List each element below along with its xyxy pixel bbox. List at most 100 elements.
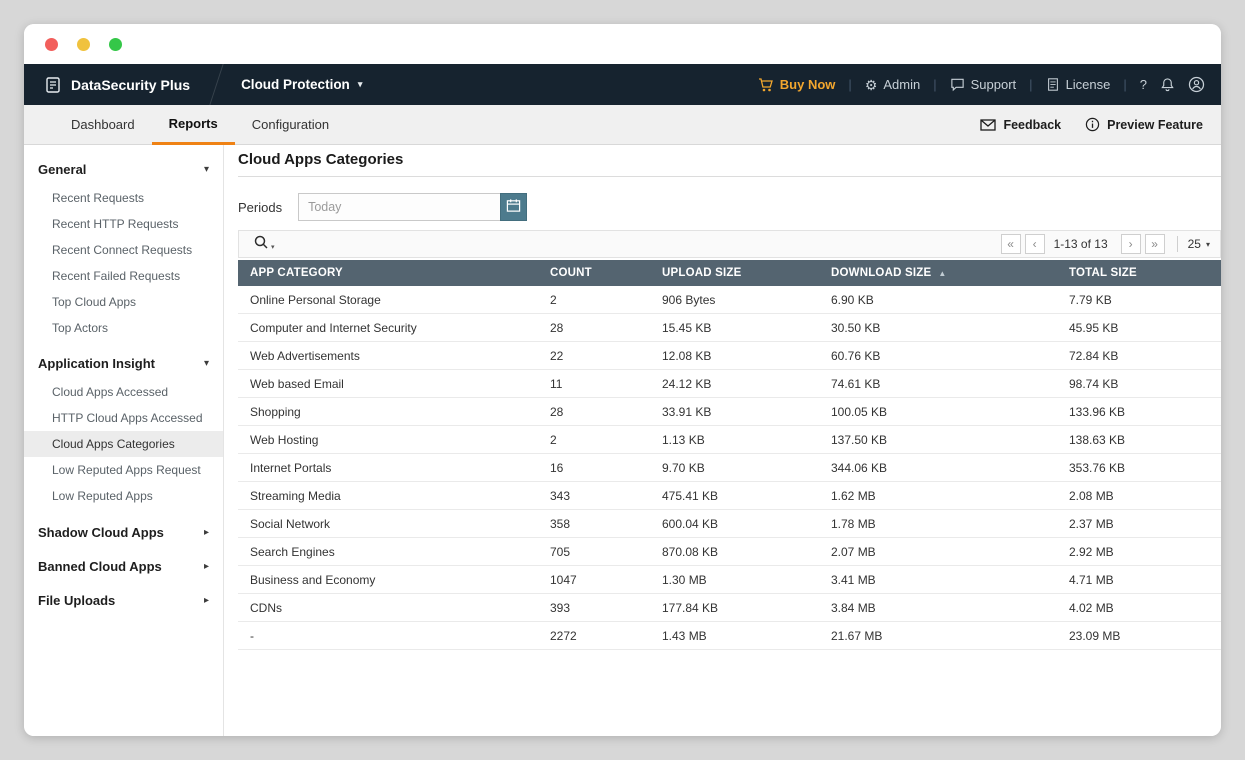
cart-icon <box>758 77 774 93</box>
table-row[interactable]: Web Advertisements 22 12.08 KB 60.76 KB … <box>238 342 1221 370</box>
cell-download-size: 344.06 KB <box>831 461 1069 475</box>
cell-total-size: 133.96 KB <box>1069 405 1221 419</box>
brand-logo-icon <box>44 76 62 94</box>
cell-download-size: 100.05 KB <box>831 405 1069 419</box>
column-search-button[interactable]: ▾ <box>253 234 275 255</box>
table-row[interactable]: Shopping 28 33.91 KB 100.05 KB 133.96 KB <box>238 398 1221 426</box>
account-button[interactable] <box>1188 76 1205 93</box>
window-close-button[interactable] <box>45 38 58 51</box>
table-toolbar: ▾ « ‹ 1-13 of 13 › » 25 ▾ <box>238 230 1221 258</box>
table-row[interactable]: Web Hosting 2 1.13 KB 137.50 KB 138.63 K… <box>238 426 1221 454</box>
tab-reports[interactable]: Reports <box>152 105 235 145</box>
cell-app-category: Search Engines <box>238 545 550 559</box>
table-row[interactable]: Computer and Internet Security 28 15.45 … <box>238 314 1221 342</box>
sidebar-item-low-reputed-apps-request[interactable]: Low Reputed Apps Request <box>24 457 223 483</box>
column-header-download-size[interactable]: DOWNLOAD SIZE ▲ <box>831 267 1069 279</box>
chat-icon <box>950 77 965 92</box>
separator <box>1177 236 1178 252</box>
help-button[interactable]: ? <box>1140 77 1147 92</box>
previous-page-button[interactable]: ‹ <box>1025 234 1045 254</box>
chevron-right-icon: ▸ <box>204 595 209 606</box>
cell-count: 393 <box>550 601 662 615</box>
sidebar-item-recent-requests[interactable]: Recent Requests <box>24 185 223 211</box>
chevron-down-icon: ▾ <box>1206 240 1210 249</box>
cell-upload-size: 1.43 MB <box>662 629 831 643</box>
module-selector[interactable]: Cloud Protection ▾ <box>241 77 362 92</box>
sidebar-item-recent-failed-requests[interactable]: Recent Failed Requests <box>24 263 223 289</box>
table-row[interactable]: Business and Economy 1047 1.30 MB 3.41 M… <box>238 566 1221 594</box>
table-body: Online Personal Storage 2 906 Bytes 6.90… <box>238 286 1221 650</box>
sidebar-group-file-uploads[interactable]: File Uploads ▸ <box>24 583 223 617</box>
support-menu[interactable]: Support <box>950 77 1017 92</box>
cell-app-category: Business and Economy <box>238 573 550 587</box>
preview-feature-button[interactable]: Preview Feature <box>1085 117 1203 132</box>
column-header-total-size[interactable]: TOTAL SIZE <box>1069 267 1221 279</box>
last-page-button[interactable]: » <box>1145 234 1165 254</box>
cell-count: 705 <box>550 545 662 559</box>
cell-app-category: - <box>238 629 550 643</box>
column-header-app-category[interactable]: APP CATEGORY <box>238 267 550 279</box>
calendar-button[interactable] <box>500 193 527 221</box>
sidebar-group-shadow-cloud-apps[interactable]: Shadow Cloud Apps ▸ <box>24 515 223 549</box>
separator: | <box>848 77 851 92</box>
sidebar-item-cloud-apps-categories[interactable]: Cloud Apps Categories <box>24 431 223 457</box>
next-page-button[interactable]: › <box>1121 234 1141 254</box>
sidebar-group-application-insight[interactable]: Application Insight ▾ <box>24 347 223 379</box>
search-icon <box>253 234 269 255</box>
cell-upload-size: 15.45 KB <box>662 321 831 335</box>
separator: | <box>1123 77 1126 92</box>
cell-count: 2272 <box>550 629 662 643</box>
table-row[interactable]: Internet Portals 16 9.70 KB 344.06 KB 35… <box>238 454 1221 482</box>
table-row[interactable]: Online Personal Storage 2 906 Bytes 6.90… <box>238 286 1221 314</box>
column-header-count[interactable]: COUNT <box>550 267 662 279</box>
cell-upload-size: 475.41 KB <box>662 489 831 503</box>
sidebar-item-http-cloud-apps-accessed[interactable]: HTTP Cloud Apps Accessed <box>24 405 223 431</box>
table-row[interactable]: Search Engines 705 870.08 KB 2.07 MB 2.9… <box>238 538 1221 566</box>
feedback-button[interactable]: Feedback <box>980 118 1061 132</box>
license-document-icon <box>1046 77 1060 92</box>
brand-logo[interactable]: DataSecurity Plus <box>44 76 190 94</box>
tab-configuration[interactable]: Configuration <box>235 105 346 145</box>
chevron-down-icon: ▾ <box>358 79 363 90</box>
page-size-dropdown[interactable]: 25 ▾ <box>1188 237 1210 251</box>
period-input[interactable] <box>298 193 501 221</box>
cell-app-category: Computer and Internet Security <box>238 321 550 335</box>
window-minimize-button[interactable] <box>77 38 90 51</box>
cell-app-category: Shopping <box>238 405 550 419</box>
cell-total-size: 2.08 MB <box>1069 489 1221 503</box>
admin-menu[interactable]: ⚙ Admin <box>865 77 920 92</box>
first-page-button[interactable]: « <box>1001 234 1021 254</box>
table-row[interactable]: Streaming Media 343 475.41 KB 1.62 MB 2.… <box>238 482 1221 510</box>
cell-upload-size: 1.13 KB <box>662 433 831 447</box>
sidebar-item-low-reputed-apps[interactable]: Low Reputed Apps <box>24 483 223 509</box>
table-row[interactable]: Social Network 358 600.04 KB 1.78 MB 2.3… <box>238 510 1221 538</box>
cell-total-size: 2.37 MB <box>1069 517 1221 531</box>
sidebar-item-recent-connect-requests[interactable]: Recent Connect Requests <box>24 237 223 263</box>
sidebar-item-cloud-apps-accessed[interactable]: Cloud Apps Accessed <box>24 379 223 405</box>
period-picker <box>298 193 527 221</box>
sidebar-item-top-cloud-apps[interactable]: Top Cloud Apps <box>24 289 223 315</box>
sidebar-item-top-actors[interactable]: Top Actors <box>24 315 223 341</box>
sidebar-item-recent-http-requests[interactable]: Recent HTTP Requests <box>24 211 223 237</box>
window-zoom-button[interactable] <box>109 38 122 51</box>
sidebar-application-insight-items: Cloud Apps Accessed HTTP Cloud Apps Acce… <box>24 379 223 509</box>
column-header-upload-size[interactable]: UPLOAD SIZE <box>662 267 831 279</box>
notifications-button[interactable] <box>1160 77 1175 92</box>
tab-dashboard[interactable]: Dashboard <box>54 105 152 145</box>
cell-download-size: 74.61 KB <box>831 377 1069 391</box>
cell-download-size: 137.50 KB <box>831 433 1069 447</box>
cell-count: 22 <box>550 349 662 363</box>
license-menu[interactable]: License <box>1046 77 1111 92</box>
cell-download-size: 1.78 MB <box>831 517 1069 531</box>
cell-total-size: 45.95 KB <box>1069 321 1221 335</box>
table-row[interactable]: CDNs 393 177.84 KB 3.84 MB 4.02 MB <box>238 594 1221 622</box>
sidebar-group-banned-cloud-apps[interactable]: Banned Cloud Apps ▸ <box>24 549 223 583</box>
cell-download-size: 1.62 MB <box>831 489 1069 503</box>
buy-now-button[interactable]: Buy Now <box>758 77 836 93</box>
sidebar-group-general[interactable]: General ▾ <box>24 153 223 185</box>
cell-total-size: 23.09 MB <box>1069 629 1221 643</box>
table-row[interactable]: Web based Email 11 24.12 KB 74.61 KB 98.… <box>238 370 1221 398</box>
cell-app-category: CDNs <box>238 601 550 615</box>
window-titlebar <box>24 24 1221 64</box>
table-row[interactable]: - 2272 1.43 MB 21.67 MB 23.09 MB <box>238 622 1221 650</box>
